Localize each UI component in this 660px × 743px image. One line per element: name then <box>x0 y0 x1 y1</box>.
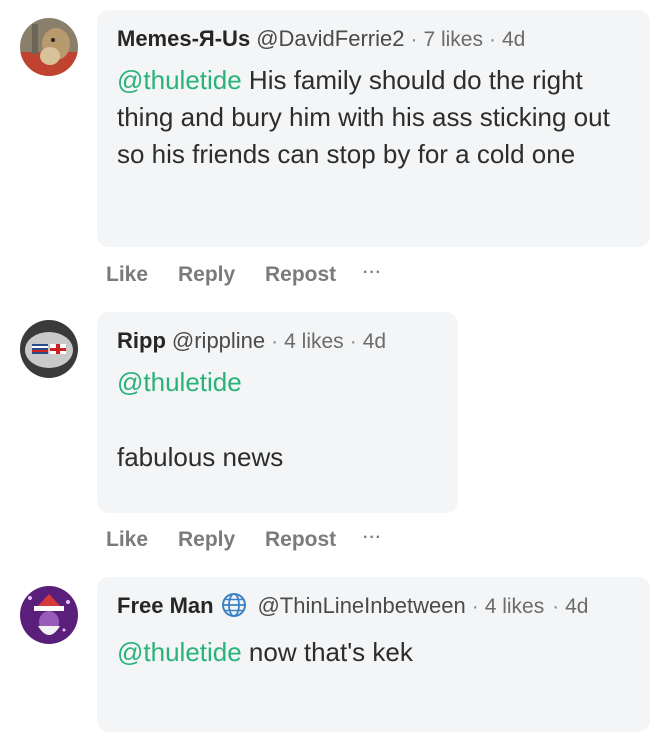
user-avatar[interactable] <box>20 18 78 76</box>
like-count: 7 likes <box>423 28 483 51</box>
more-options-button[interactable]: ··· <box>363 528 382 552</box>
comment-text: @thuletide fabulous news <box>117 364 438 476</box>
user-avatar[interactable] <box>20 320 78 378</box>
author-handle[interactable]: @ThinLineInbetween <box>257 593 465 618</box>
like-count: 4 likes <box>484 595 545 618</box>
reply-button[interactable]: Reply <box>178 263 265 287</box>
comment-text: @thuletide now that's kek <box>117 634 630 671</box>
comment-meta: Memes-Я-Us @DavidFerrie2 · 7 likes · 4d <box>117 26 526 51</box>
reply-button[interactable]: Reply <box>178 528 265 552</box>
post-age: 4d <box>565 595 589 618</box>
like-count: 4 likes <box>284 330 344 353</box>
repost-button[interactable]: Repost <box>265 263 363 287</box>
mention-link[interactable]: @thuletide <box>117 637 242 667</box>
flag-helmet-avatar-icon <box>20 320 78 378</box>
author-name[interactable]: Free Man <box>117 593 214 618</box>
mention-link[interactable]: @thuletide <box>117 367 242 397</box>
more-options-button[interactable]: ··· <box>363 263 382 287</box>
post-age: 4d <box>362 330 387 353</box>
comment-body: fabulous news <box>117 442 284 472</box>
comment-bubble: Ripp @rippline · 4 likes · 4d @thuletide fabu… <box>97 312 458 513</box>
repost-button[interactable]: Repost <box>265 528 363 552</box>
user-avatar[interactable] <box>20 586 78 644</box>
author-name[interactable]: Memes-Я-Us <box>117 26 250 51</box>
globe-icon <box>222 593 247 617</box>
author-name[interactable]: Ripp <box>117 328 166 353</box>
comment-text: @thuletide His family should do the righ… <box>117 62 617 173</box>
like-button[interactable]: Like <box>106 263 178 287</box>
author-handle[interactable]: @DavidFerrie2 <box>256 26 404 51</box>
comment-bubble: Memes-Я-Us @DavidFerrie2 · 7 likes · 4d @thul… <box>97 10 650 247</box>
comment-body: now that's kek <box>241 637 413 667</box>
comment-meta: Free Man @ThinLineInbetween · 4 likes · 4d <box>117 593 589 618</box>
comment-actions: Like Reply Repost ··· <box>106 263 382 287</box>
comment-meta: Ripp @rippline · 4 likes · 4d <box>117 328 387 353</box>
like-button[interactable]: Like <box>106 528 178 552</box>
author-handle[interactable]: @rippline <box>172 328 265 353</box>
dog-avatar-icon <box>20 18 78 76</box>
comment-actions: Like Reply Repost ··· <box>106 528 382 552</box>
purple-santa-avatar-icon <box>20 586 78 644</box>
mention-link[interactable]: @thuletide <box>117 65 242 95</box>
post-age: 4d <box>501 28 526 51</box>
comment-bubble: Free Man @ThinLineInbetween · 4 likes · 4d … <box>97 577 650 732</box>
